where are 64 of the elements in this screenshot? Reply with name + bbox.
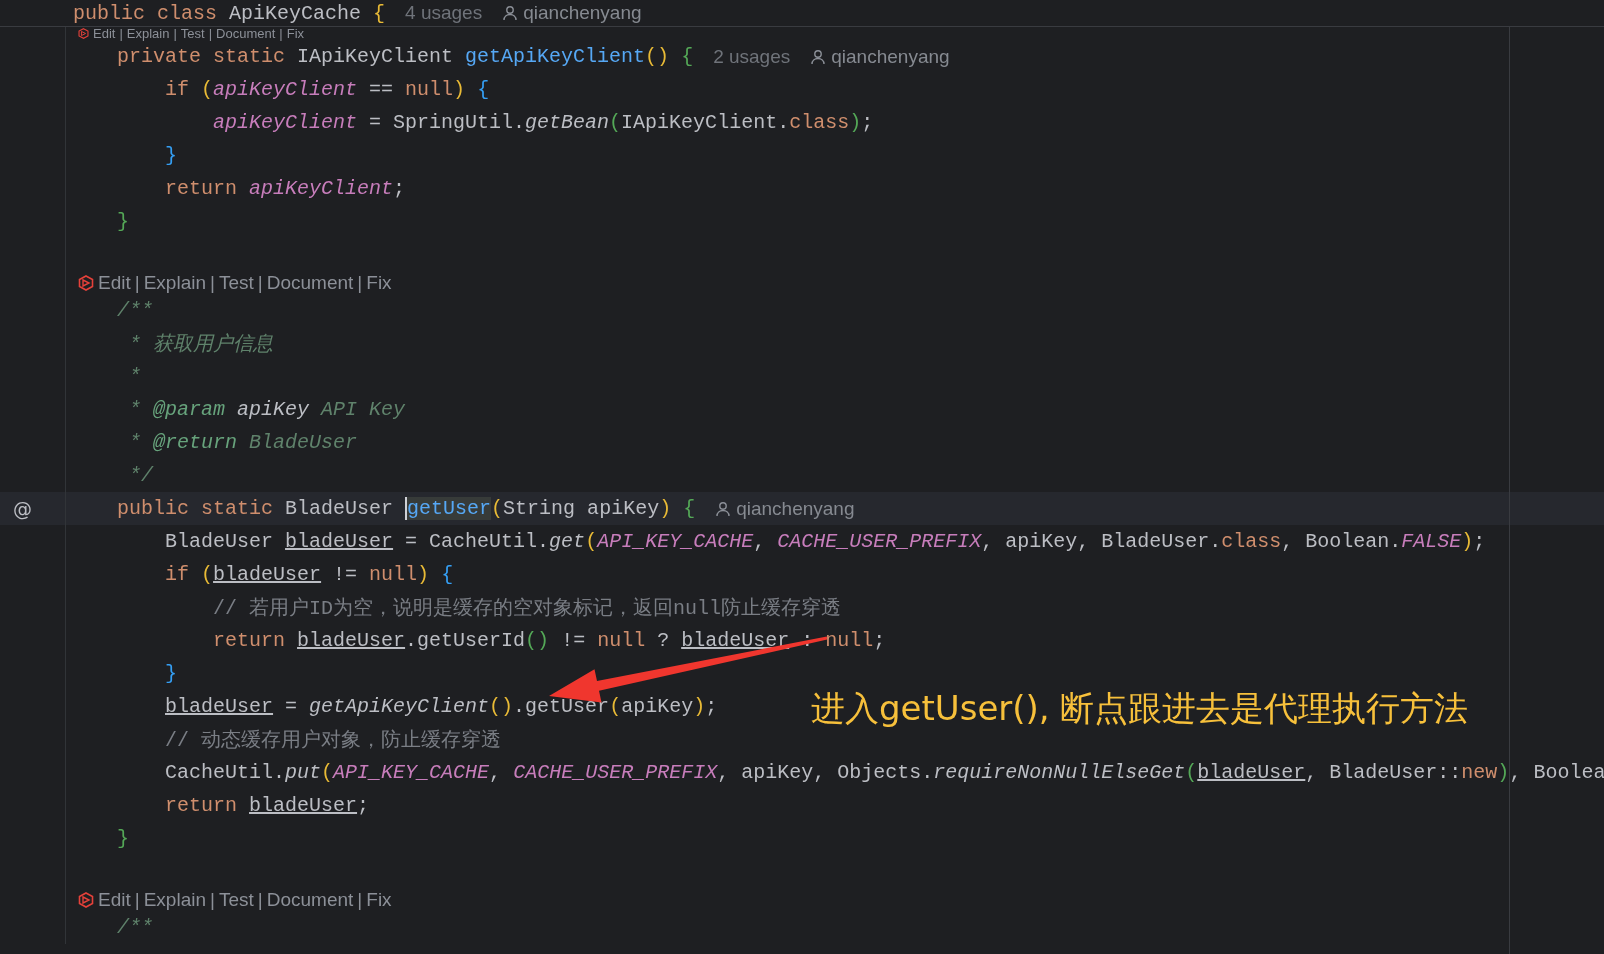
code-line: // 动态缓存用户对象，防止缓存穿透 [164, 728, 502, 753]
lens-action[interactable]: Test [180, 27, 205, 40]
separator: | [257, 888, 263, 911]
separator: | [279, 27, 283, 40]
separator: | [173, 27, 177, 40]
code-line: } [164, 662, 178, 685]
lens-action[interactable]: Document [266, 888, 354, 911]
lens-action[interactable]: Fix [286, 27, 305, 40]
code-line: * @return BladeUser [128, 431, 358, 454]
person-icon [502, 5, 519, 21]
lens-action[interactable]: Explain [143, 888, 206, 911]
code-line: public static BladeUser getUser(String apiKey) { [116, 497, 696, 520]
lens-action[interactable]: Document [266, 271, 354, 294]
code-line: /** [116, 916, 153, 939]
separator: | [208, 27, 213, 40]
usages-hint[interactable]: 4 usages [405, 2, 483, 24]
author-hint[interactable]: qianchenyang [523, 2, 642, 24]
code-line: CacheUtil.put(API_KEY_CACHE, CACHE_USER_PREFIX, apiKey, Objects.requireNonNullElseGet(bladeUser, BladeUser::new), Boolea [164, 761, 1604, 784]
separator: | [119, 27, 123, 40]
separator: | [134, 888, 140, 911]
lens-action[interactable]: Fix [366, 271, 392, 294]
code-line: if (bladeUser != null) { [164, 563, 454, 586]
code-line: // 若用户ID为空，说明是缓存的空对象标记，返回null防止缓存穿透 [212, 596, 842, 621]
code-line: return bladeUser; [164, 794, 370, 817]
code-line: } [116, 827, 129, 850]
code-line: * @param apiKey API Key [128, 398, 406, 421]
separator: | [210, 888, 215, 911]
code-line: return apiKeyClient; [164, 177, 406, 200]
separator: | [357, 888, 363, 911]
code-line: } [164, 144, 178, 167]
lens-action[interactable]: Edit [93, 27, 116, 40]
code-line: if (apiKeyClient == null) { [164, 78, 490, 101]
code-line: private static IApiKeyClient getApiKeyClient() { [116, 45, 694, 68]
code-line: apiKeyClient = SpringUtil.getBean(IApiKeyClient.class); [212, 111, 874, 134]
gutter-mark[interactable]: @ [13, 497, 32, 520]
lens-action[interactable]: Document [216, 27, 276, 40]
usages-hint[interactable]: 2 usages [713, 45, 791, 68]
code-line: /** [116, 299, 153, 322]
lens-action[interactable]: Explain [126, 27, 170, 40]
person-icon [715, 500, 732, 517]
lens-action[interactable]: Test [218, 271, 254, 294]
lens-action[interactable]: Test [218, 888, 254, 911]
separator: | [210, 271, 215, 294]
annotation-text: 进入getUser(), 断点跟进去是代理执行方法 [811, 687, 1469, 730]
code-line: public class ApiKeyCache { [73, 1, 386, 25]
separator: | [357, 271, 363, 294]
separator: | [257, 271, 263, 294]
lens-action[interactable]: Edit [98, 271, 131, 294]
code-line: * [128, 365, 141, 388]
code-line: * 获取用户信息 [128, 332, 273, 357]
code-line: */ [128, 464, 153, 487]
code-line: BladeUser bladeUser = CacheUtil.get(API_KEY_CACHE, CACHE_USER_PREFIX, apiKey, BladeUser.class, Boolean.FALSE); [164, 530, 1486, 553]
lens-action[interactable]: Edit [98, 888, 131, 911]
author-hint[interactable]: qianchenyang [831, 45, 950, 68]
code-line: bladeUser = getApiKeyClient().getUser(apiKey); [164, 695, 718, 718]
hexagon-icon [78, 28, 89, 39]
hexagon-icon [78, 274, 94, 291]
person-icon [810, 48, 827, 65]
lens-action[interactable]: Explain [143, 271, 206, 294]
hexagon-icon [78, 891, 94, 908]
separator: | [134, 271, 140, 294]
author-hint[interactable]: qianchenyang [736, 497, 855, 520]
code-line: } [116, 210, 129, 233]
lens-action[interactable]: Fix [366, 888, 392, 911]
